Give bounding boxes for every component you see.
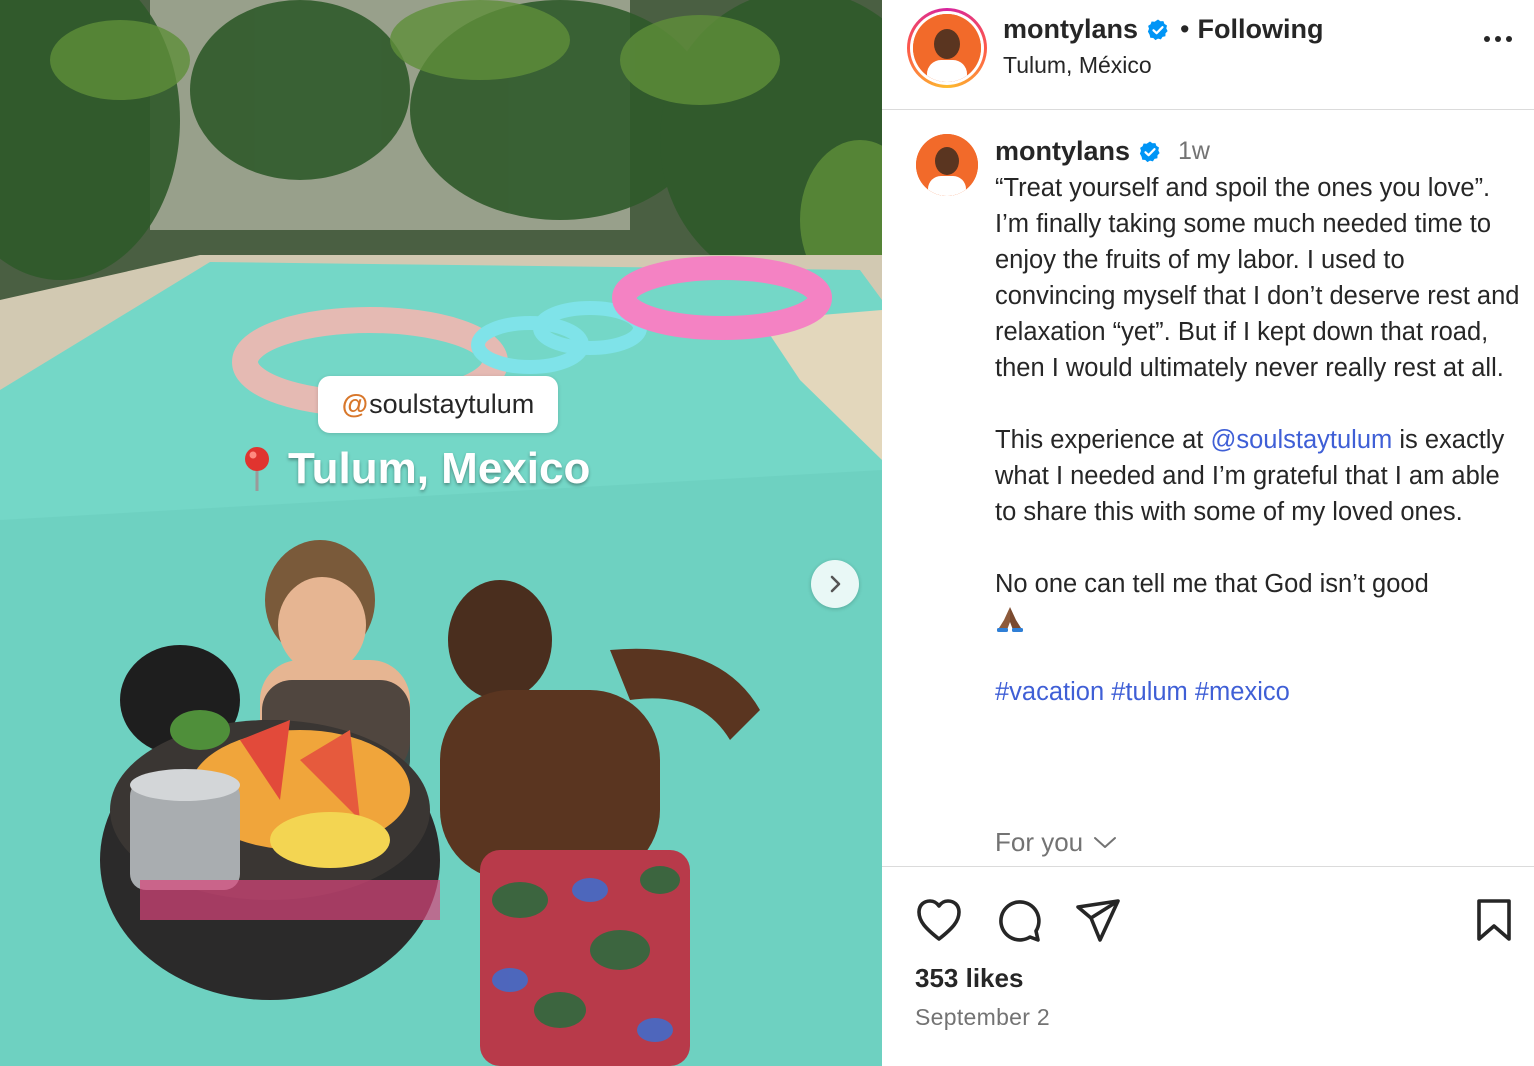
post-photo[interactable]: @ soulstaytulum Tulum, Mexico — [0, 0, 882, 1066]
likes-count[interactable]: 353 likes — [915, 963, 1023, 994]
location-sticker: Tulum, Mexico — [240, 444, 590, 494]
tag-at-symbol: @ — [341, 389, 369, 419]
share-icon[interactable] — [1074, 897, 1122, 943]
post-header: montylans • Following Tulum, México — [882, 0, 1534, 110]
caption-avatar[interactable] — [916, 134, 978, 196]
profile-photo — [916, 134, 978, 196]
post-details-panel: montylans • Following Tulum, México mont… — [882, 0, 1534, 1066]
caption-username[interactable]: montylans — [995, 136, 1130, 167]
caption-header: montylans 1w — [995, 136, 1210, 167]
caption-text: “Treat yourself and spoil the ones you l… — [995, 170, 1523, 710]
location-sticker-text: Tulum, Mexico — [288, 444, 591, 493]
profile-photo — [913, 14, 981, 82]
header-username[interactable]: montylans — [1003, 14, 1138, 45]
caption-paragraph-1: “Treat yourself and spoil the ones you l… — [995, 174, 1520, 382]
caption-section: montylans 1w “Treat yourself and spoil t… — [882, 110, 1534, 866]
verified-badge-icon — [1139, 141, 1160, 162]
map-pin-icon — [245, 447, 269, 491]
for-you-label: For you — [995, 827, 1084, 857]
avatar[interactable] — [913, 14, 981, 82]
caption-paragraph-2: This experience at @soulstaytulum is exa… — [995, 422, 1523, 530]
mention-link[interactable]: @soulstaytulum — [1210, 426, 1392, 454]
header-location[interactable]: Tulum, México — [1003, 52, 1152, 79]
story-ring[interactable] — [907, 8, 987, 88]
tag-handle: soulstaytulum — [369, 389, 535, 419]
action-bar: 353 likes September 2 — [882, 866, 1534, 1066]
comment-icon[interactable] — [995, 897, 1043, 943]
more-options-icon[interactable] — [1484, 36, 1512, 42]
separator-dot: • — [1180, 14, 1190, 44]
bookmark-icon[interactable] — [1474, 897, 1514, 943]
next-photo-button[interactable] — [811, 560, 859, 608]
following-button[interactable]: Following — [1197, 14, 1323, 45]
post-time-ago[interactable]: 1w — [1178, 137, 1210, 166]
caption-text-segment: This experience at — [995, 426, 1211, 454]
heart-icon[interactable] — [915, 897, 963, 943]
hashtags[interactable]: #vacation #tulum #mexico — [995, 674, 1523, 710]
pool-photo-illustration — [0, 0, 882, 1066]
verified-badge-icon — [1147, 19, 1168, 40]
for-you-dropdown[interactable]: For you — [995, 827, 1117, 858]
chevron-right-icon — [830, 575, 841, 593]
user-tag-sticker[interactable]: @ soulstaytulum — [318, 376, 558, 433]
header-user-row: montylans • Following — [1003, 14, 1323, 45]
chevron-down-icon — [1094, 836, 1117, 848]
caption-text-segment: No one can tell me that God isn’t good — [995, 570, 1429, 598]
post-date[interactable]: September 2 — [915, 1004, 1050, 1031]
caption-paragraph-3: No one can tell me that God isn’t good — [995, 566, 1523, 638]
praying-hands-emoji — [997, 607, 1023, 632]
